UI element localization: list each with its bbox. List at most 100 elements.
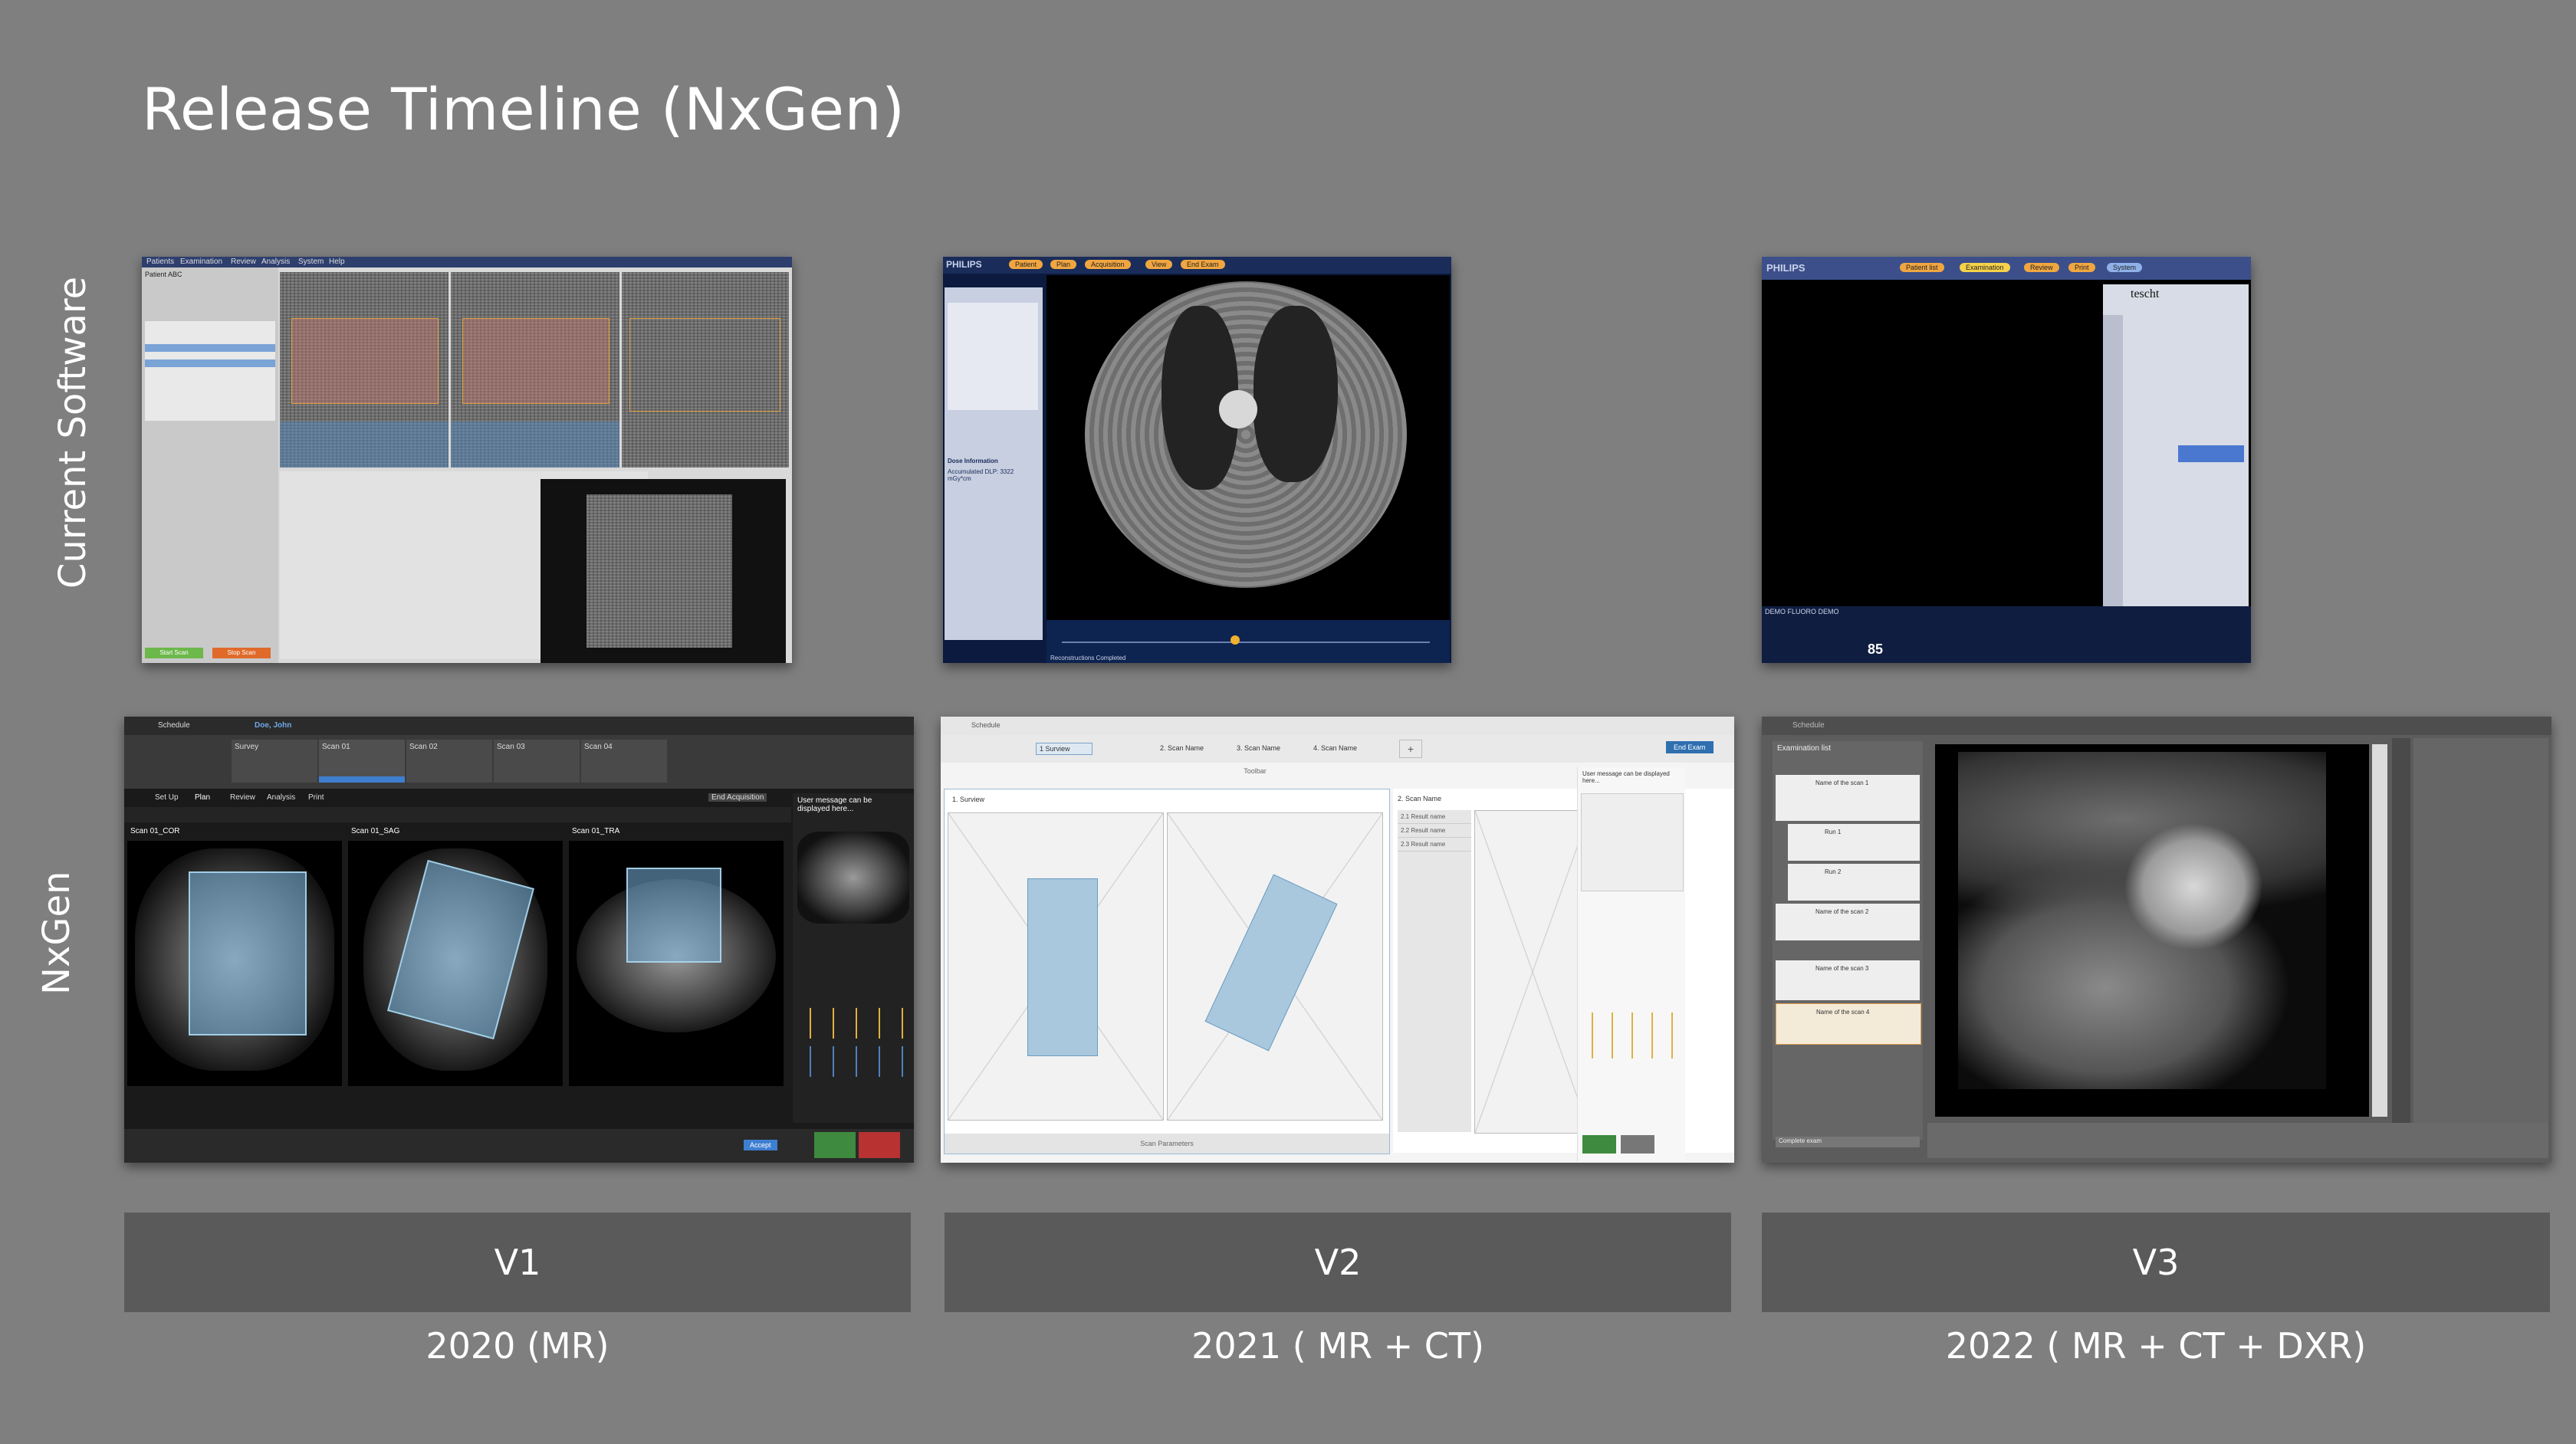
step-4[interactable]: 4. Scan Name — [1313, 744, 1357, 752]
list-item: Run 2 — [1788, 864, 1920, 901]
tab-view[interactable]: View — [1145, 260, 1173, 269]
tab-patient-list[interactable]: Patient list — [1900, 263, 1944, 272]
tab-print[interactable]: Print — [308, 793, 324, 802]
viewport-3[interactable] — [622, 272, 789, 468]
list-item: Name of the scan 3 — [1776, 960, 1920, 1000]
tab-set-up[interactable]: Set Up — [155, 793, 179, 802]
scan-item-1[interactable]: Scan 01 — [322, 743, 350, 751]
screenshot-current-ct: PHILIPS Patient Plan Acquisition View En… — [943, 257, 1451, 663]
screenshot-nxgen-v2: Schedule 1 Surview 2. Scan Name 3. Scan … — [941, 717, 1734, 1163]
dxr-footer: DEMO FLUORO DEMO 85 — [1762, 606, 2251, 663]
slide-title: Release Timeline (NxGen) — [142, 75, 905, 143]
result-item[interactable]: 2.2 Result name — [1398, 824, 1471, 838]
kv-value[interactable]: 85 — [1868, 642, 1883, 658]
viewport-2[interactable] — [451, 272, 619, 468]
v2-header: Schedule — [941, 717, 1734, 736]
v2-viewport-area[interactable]: 1. Surview Scan Parameters — [944, 789, 1390, 1154]
view-label-surview: 1. Surview — [952, 796, 985, 803]
v3-right-panel — [2413, 738, 2548, 1129]
tab-review[interactable]: Review — [2024, 263, 2059, 272]
scan-item-survey[interactable]: Survey — [235, 743, 258, 751]
tool-strip[interactable] — [2392, 738, 2410, 1137]
ct-header: PHILIPS Patient Plan Acquisition View En… — [943, 257, 1451, 274]
scan-item-4[interactable]: Scan 04 — [584, 743, 613, 751]
xray-viewport[interactable] — [1935, 744, 2369, 1117]
examination-list: Examination list Name of the scan 1 Run … — [1773, 741, 1923, 1147]
v1-tabs: Set Up Plan Review Analysis Print End Ac… — [124, 793, 784, 804]
step-2[interactable]: 2. Scan Name — [1160, 744, 1204, 752]
v2-step-bar[interactable]: 1 Surview 2. Scan Name 3. Scan Name 4. S… — [941, 735, 1734, 763]
screenshot-current-mr: Patients Examination Review Analysis Sys… — [142, 257, 792, 663]
viewport-cor[interactable]: Scan 01_COR — [127, 827, 342, 1086]
viewport-1[interactable] — [280, 272, 449, 468]
scan-parameters-bar[interactable]: Scan Parameters — [945, 1134, 1389, 1154]
menu-tab-review[interactable]: Review — [231, 258, 256, 266]
menu-tab-analysis[interactable]: Analysis — [261, 258, 290, 266]
version-box-v3: V3 — [1762, 1213, 2550, 1312]
menu-tab-help[interactable]: Help — [329, 258, 345, 266]
scan-item-3[interactable]: Scan 03 — [497, 743, 525, 751]
preview-viewport[interactable] — [540, 479, 786, 663]
result-item[interactable]: 2.1 Result name — [1398, 810, 1471, 824]
dose-info-title: Dose Information — [948, 458, 998, 464]
philips-logo: PHILIPS — [946, 259, 982, 270]
examination-list-title: Examination list — [1777, 744, 1832, 753]
cancel-button[interactable] — [1621, 1135, 1654, 1154]
viewport-sag[interactable]: Scan 01_SAG — [348, 827, 563, 1086]
tab-plan[interactable]: Plan — [195, 793, 210, 802]
version-year-v2: 2021 ( MR + CT) — [1191, 1325, 1484, 1367]
view-label-tra: Scan 01_TRA — [572, 827, 620, 835]
toolbar-label: Toolbar — [1244, 767, 1267, 775]
scrollbar[interactable] — [2372, 744, 2387, 1117]
step-3[interactable]: 3. Scan Name — [1237, 744, 1280, 752]
scan-queue[interactable]: Survey Scan 01 Scan 02 Scan 03 Scan 04 — [124, 735, 914, 789]
screenshot-nxgen-v1: Schedule Doe, John Survey Scan 01 Scan 0… — [124, 717, 914, 1163]
tab-plan[interactable]: Plan — [1050, 260, 1077, 269]
tab-examination[interactable]: Examination — [1960, 263, 2010, 272]
tab-patient[interactable]: Patient — [1009, 260, 1043, 269]
dxr-footer-text: DEMO FLUORO DEMO — [1765, 608, 1839, 615]
version-box-v1: V1 — [124, 1213, 911, 1312]
screenshot-nxgen-v3: Schedule Examination list Name of the sc… — [1762, 717, 2551, 1163]
tab-system[interactable]: System — [2107, 263, 2143, 272]
menu-tab-examination[interactable]: Examination — [180, 258, 222, 266]
start-button[interactable] — [814, 1132, 856, 1158]
user-message: User message can be displayed here... — [1582, 770, 1670, 784]
ct-status: Reconstructions Completed — [1050, 655, 1126, 661]
stop-scan-button[interactable]: Stop Scan — [212, 648, 271, 658]
version-year-v3: 2022 ( MR + CT + DXR) — [1945, 1325, 2367, 1367]
list-item: Name of the scan 2 — [1776, 904, 1920, 940]
view-label-scan-name: 2. Scan Name — [1398, 795, 1442, 802]
menu-tab-patients[interactable]: Patients — [146, 258, 174, 266]
accept-button[interactable]: Accept — [744, 1140, 777, 1150]
stop-button[interactable] — [859, 1132, 900, 1158]
list-item: Name of the scan 1 — [1776, 775, 1920, 821]
v1-header: Schedule Doe, John — [124, 717, 914, 735]
results-list: 2.1 Result name 2.2 Result name 2.3 Resu… — [1398, 810, 1471, 1132]
tab-analysis[interactable]: Analysis — [267, 793, 295, 802]
schedule-link[interactable]: Schedule — [158, 721, 190, 730]
scan-item-2[interactable]: Scan 02 — [409, 743, 438, 751]
schedule-link[interactable]: Schedule — [971, 721, 1001, 729]
result-item[interactable]: 2.3 Result name — [1398, 838, 1471, 852]
tab-print[interactable]: Print — [2068, 263, 2095, 272]
schedule-link[interactable]: Schedule — [1792, 721, 1825, 730]
start-button[interactable] — [1582, 1135, 1616, 1154]
user-message: User message can be displayed here... — [797, 796, 872, 813]
add-step-button[interactable]: + — [1399, 740, 1422, 758]
viewport-tra[interactable]: Scan 01_TRA — [569, 827, 784, 1086]
step-1[interactable]: 1 Surview — [1036, 743, 1092, 755]
tab-review[interactable]: Review — [230, 793, 255, 802]
scan-list[interactable] — [145, 321, 275, 421]
v3-footer — [1927, 1123, 2548, 1158]
end-acquisition-button[interactable]: End Acquisition — [708, 793, 767, 802]
tab-acquisition[interactable]: Acquisition — [1085, 260, 1131, 269]
tab-end-exam[interactable]: End Exam — [1181, 260, 1225, 269]
version-box-v2: V2 — [945, 1213, 1731, 1312]
philips-logo: PHILIPS — [1766, 262, 1806, 274]
ct-image-viewport[interactable] — [1046, 275, 1450, 620]
exam-card-panel: Patient ABC Start Scan Stop Scan — [142, 267, 278, 663]
end-exam-button[interactable]: End Exam — [1666, 741, 1714, 753]
menu-tab-system[interactable]: System — [298, 258, 324, 266]
start-scan-button[interactable]: Start Scan — [145, 648, 203, 658]
